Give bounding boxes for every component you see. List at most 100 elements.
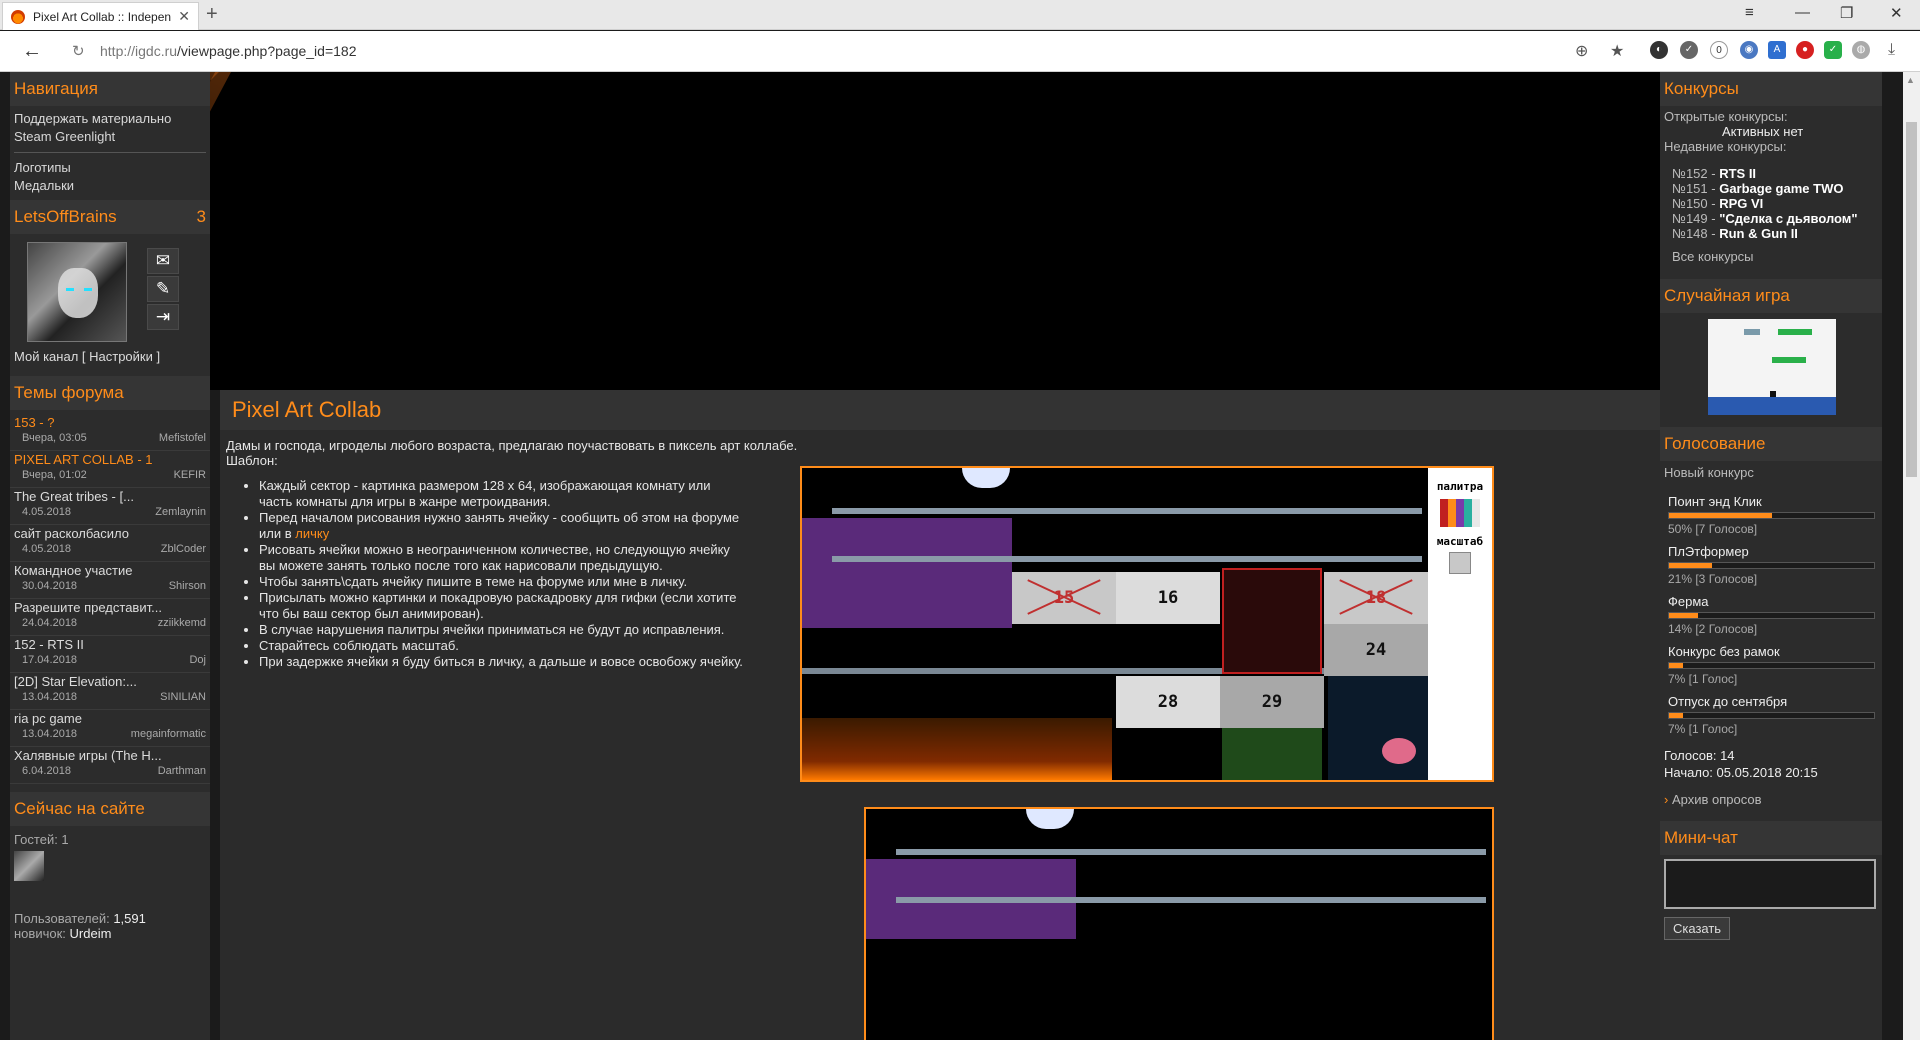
nav-link-medals[interactable]: Медальки <box>10 177 210 195</box>
recent-contest-item[interactable]: №151 - Garbage game TWO <box>1660 181 1882 196</box>
poll-option-label[interactable]: Поинт энд Клик <box>1660 494 1882 509</box>
poll-archive-row: › Архив опросов <box>1660 792 1882 807</box>
collab-template-image[interactable]: 15 16 18 24 28 29 палитра масштаб <box>800 466 1494 782</box>
online-user-avatar[interactable] <box>14 851 44 881</box>
avatar-face <box>58 268 98 318</box>
extension-adblock-icon[interactable]: ● <box>1796 41 1814 59</box>
avatar[interactable] <box>27 242 127 342</box>
all-contests-link[interactable]: Все конкурсы <box>1660 249 1882 264</box>
minichat-input[interactable] <box>1664 859 1876 909</box>
back-arrow-icon[interactable]: ← <box>22 40 42 63</box>
forum-topic-row[interactable]: 153 - ? Вчера, 03:05 Mefistofel <box>10 414 210 451</box>
collab-progress-image[interactable] <box>864 807 1494 1040</box>
red-room <box>1222 568 1322 674</box>
forum-topic-author[interactable]: ZblCoder <box>161 543 206 555</box>
edit-icon[interactable]: ✎ <box>147 276 179 302</box>
grid-cell-28[interactable]: 28 <box>1116 676 1220 728</box>
contest-name-link[interactable]: Run & Gun II <box>1719 226 1798 241</box>
menu-icon[interactable]: ≡ <box>1745 4 1754 21</box>
mail-icon[interactable]: ✉ <box>147 248 179 274</box>
settings-link[interactable]: [ Настройки ] <box>82 349 160 364</box>
scrollbar-thumb[interactable] <box>1906 122 1917 477</box>
forum-topic-author[interactable]: KEFIR <box>174 469 206 481</box>
forum-topic-title[interactable]: Разрешите представит... <box>14 599 206 617</box>
forum-topic-row[interactable]: Халявные игры (The H... 6.04.2018 Darthman <box>10 747 210 784</box>
forum-topic-row[interactable]: 152 - RTS II 17.04.2018 Doj <box>10 636 210 673</box>
url-text[interactable]: http://igdc.ru/viewpage.php?page_id=182 <box>100 43 356 59</box>
banner-light-ray <box>210 72 244 274</box>
forum-topic-title[interactable]: The Great tribes - [... <box>14 488 206 506</box>
forum-topic-title[interactable]: PIXEL ART COLLAB - 1 <box>14 451 206 469</box>
poll-option-label[interactable]: ПлЭтформер <box>1660 544 1882 559</box>
close-tab-icon[interactable]: ✕ <box>178 8 190 25</box>
poll-option-label[interactable]: Конкурс без рамок <box>1660 644 1882 659</box>
newbie-user-link[interactable]: Urdeim <box>70 926 112 941</box>
poll-option-label[interactable]: Ферма <box>1660 594 1882 609</box>
recent-contest-item[interactable]: №148 - Run & Gun II <box>1660 226 1882 241</box>
private-message-link[interactable]: личку <box>295 526 329 541</box>
forum-topic-title[interactable]: ria pc game <box>14 710 206 728</box>
logout-icon[interactable]: ⇥ <box>147 304 179 330</box>
forum-topic-author[interactable]: Darthman <box>158 765 206 777</box>
forum-topic-row[interactable]: Разрешите представит... 24.04.2018 zziikke… <box>10 599 210 636</box>
extension-compass-icon[interactable]: ◉ <box>1740 41 1758 59</box>
forum-topic-row[interactable]: The Great tribes - [... 4.05.2018 Zemlayni… <box>10 488 210 525</box>
contest-number: №149 - <box>1672 211 1720 226</box>
forum-topic-row[interactable]: [2D] Star Elevation:... 13.04.2018 SINILIA… <box>10 673 210 710</box>
maximize-icon[interactable]: ❐ <box>1840 4 1853 22</box>
grid-cell-29[interactable]: 29 <box>1220 676 1324 728</box>
contest-name-link[interactable]: Garbage game TWO <box>1719 181 1843 196</box>
forum-topic-author[interactable]: Doj <box>189 654 206 666</box>
close-window-icon[interactable]: ✕ <box>1890 4 1903 22</box>
notification-count[interactable]: 3 <box>197 207 206 227</box>
forum-topic-title[interactable]: 153 - ? <box>14 414 206 432</box>
grid-cell-16[interactable]: 16 <box>1116 572 1220 624</box>
downloads-icon[interactable]: ⤓ <box>1888 41 1895 59</box>
forum-topic-row[interactable]: Командное участие 30.04.2018 Shirson <box>10 562 210 599</box>
contest-name-link[interactable]: RTS II <box>1719 166 1756 181</box>
forum-topic-title[interactable]: сайт расколбасило <box>14 525 206 543</box>
translate-page-icon[interactable]: ⊕ <box>1575 41 1588 61</box>
nav-link-support[interactable]: Поддержать материально <box>10 110 210 128</box>
nav-link-logos[interactable]: Логотипы <box>10 159 210 177</box>
my-channel-link[interactable]: Мой канал <box>14 349 78 364</box>
forum-topic-author[interactable]: zziikkemd <box>158 617 206 629</box>
forum-topic-author[interactable]: Shirson <box>169 580 206 592</box>
extension-shield-icon[interactable]: ✓ <box>1824 41 1842 59</box>
page-scrollbar[interactable]: ▲ <box>1903 72 1920 1040</box>
forum-topic-row[interactable]: сайт расколбасило 4.05.2018 ZblCoder <box>10 525 210 562</box>
scroll-up-icon[interactable]: ▲ <box>1906 75 1915 85</box>
contest-name-link[interactable]: "Сделка с дьяволом" <box>1719 211 1857 226</box>
say-button[interactable]: Сказать <box>1664 917 1731 940</box>
extension-cat-icon[interactable]: ◐ <box>1650 41 1668 59</box>
forum-topic-author[interactable]: megainformatic <box>131 728 206 740</box>
forum-topic-title[interactable]: Командное участие <box>14 562 206 580</box>
browser-tab[interactable]: Pixel Art Collab :: Indepen ✕ <box>2 2 199 30</box>
contest-name-link[interactable]: RPG VI <box>1719 196 1763 211</box>
nav-link-steam-greenlight[interactable]: Steam Greenlight <box>10 128 210 146</box>
game-sprite <box>1772 357 1806 363</box>
extension-counter-badge[interactable]: 0 <box>1710 41 1728 59</box>
forum-topic-row[interactable]: PIXEL ART COLLAB - 1 Вчера, 01:02 KEFIR <box>10 451 210 488</box>
forum-topic-author[interactable]: SINILIAN <box>160 691 206 703</box>
grid-cell-24[interactable]: 24 <box>1324 624 1428 676</box>
random-game-thumbnail[interactable] <box>1708 319 1836 415</box>
bookmark-star-icon[interactable]: ★ <box>1610 41 1624 61</box>
forum-topic-author[interactable]: Zemlaynin <box>155 506 206 518</box>
extension-broom-icon[interactable]: ✓ <box>1680 41 1698 59</box>
recent-contest-item[interactable]: №150 - RPG VI <box>1660 196 1882 211</box>
poll-option-label[interactable]: Отпуск до сентября <box>1660 694 1882 709</box>
recent-contest-item[interactable]: №152 - RTS II <box>1660 166 1882 181</box>
username[interactable]: LetsOffBrains <box>14 207 117 227</box>
minimize-icon[interactable]: — <box>1795 4 1810 21</box>
forum-topic-author[interactable]: Mefistofel <box>159 432 206 444</box>
poll-archive-link[interactable]: Архив опросов <box>1672 792 1762 807</box>
forum-topic-title[interactable]: 152 - RTS II <box>14 636 206 654</box>
extension-translate-icon[interactable]: A <box>1768 41 1786 59</box>
forum-topic-title[interactable]: [2D] Star Elevation:... <box>14 673 206 691</box>
new-tab-icon[interactable]: + <box>206 4 218 24</box>
recent-contest-item[interactable]: №149 - "Сделка с дьяволом" <box>1660 211 1882 226</box>
forum-topic-title[interactable]: Халявные игры (The H... <box>14 747 206 765</box>
forum-topic-row[interactable]: ria pc game 13.04.2018 megainformatic <box>10 710 210 747</box>
extension-globe-icon[interactable]: ◍ <box>1852 41 1870 59</box>
